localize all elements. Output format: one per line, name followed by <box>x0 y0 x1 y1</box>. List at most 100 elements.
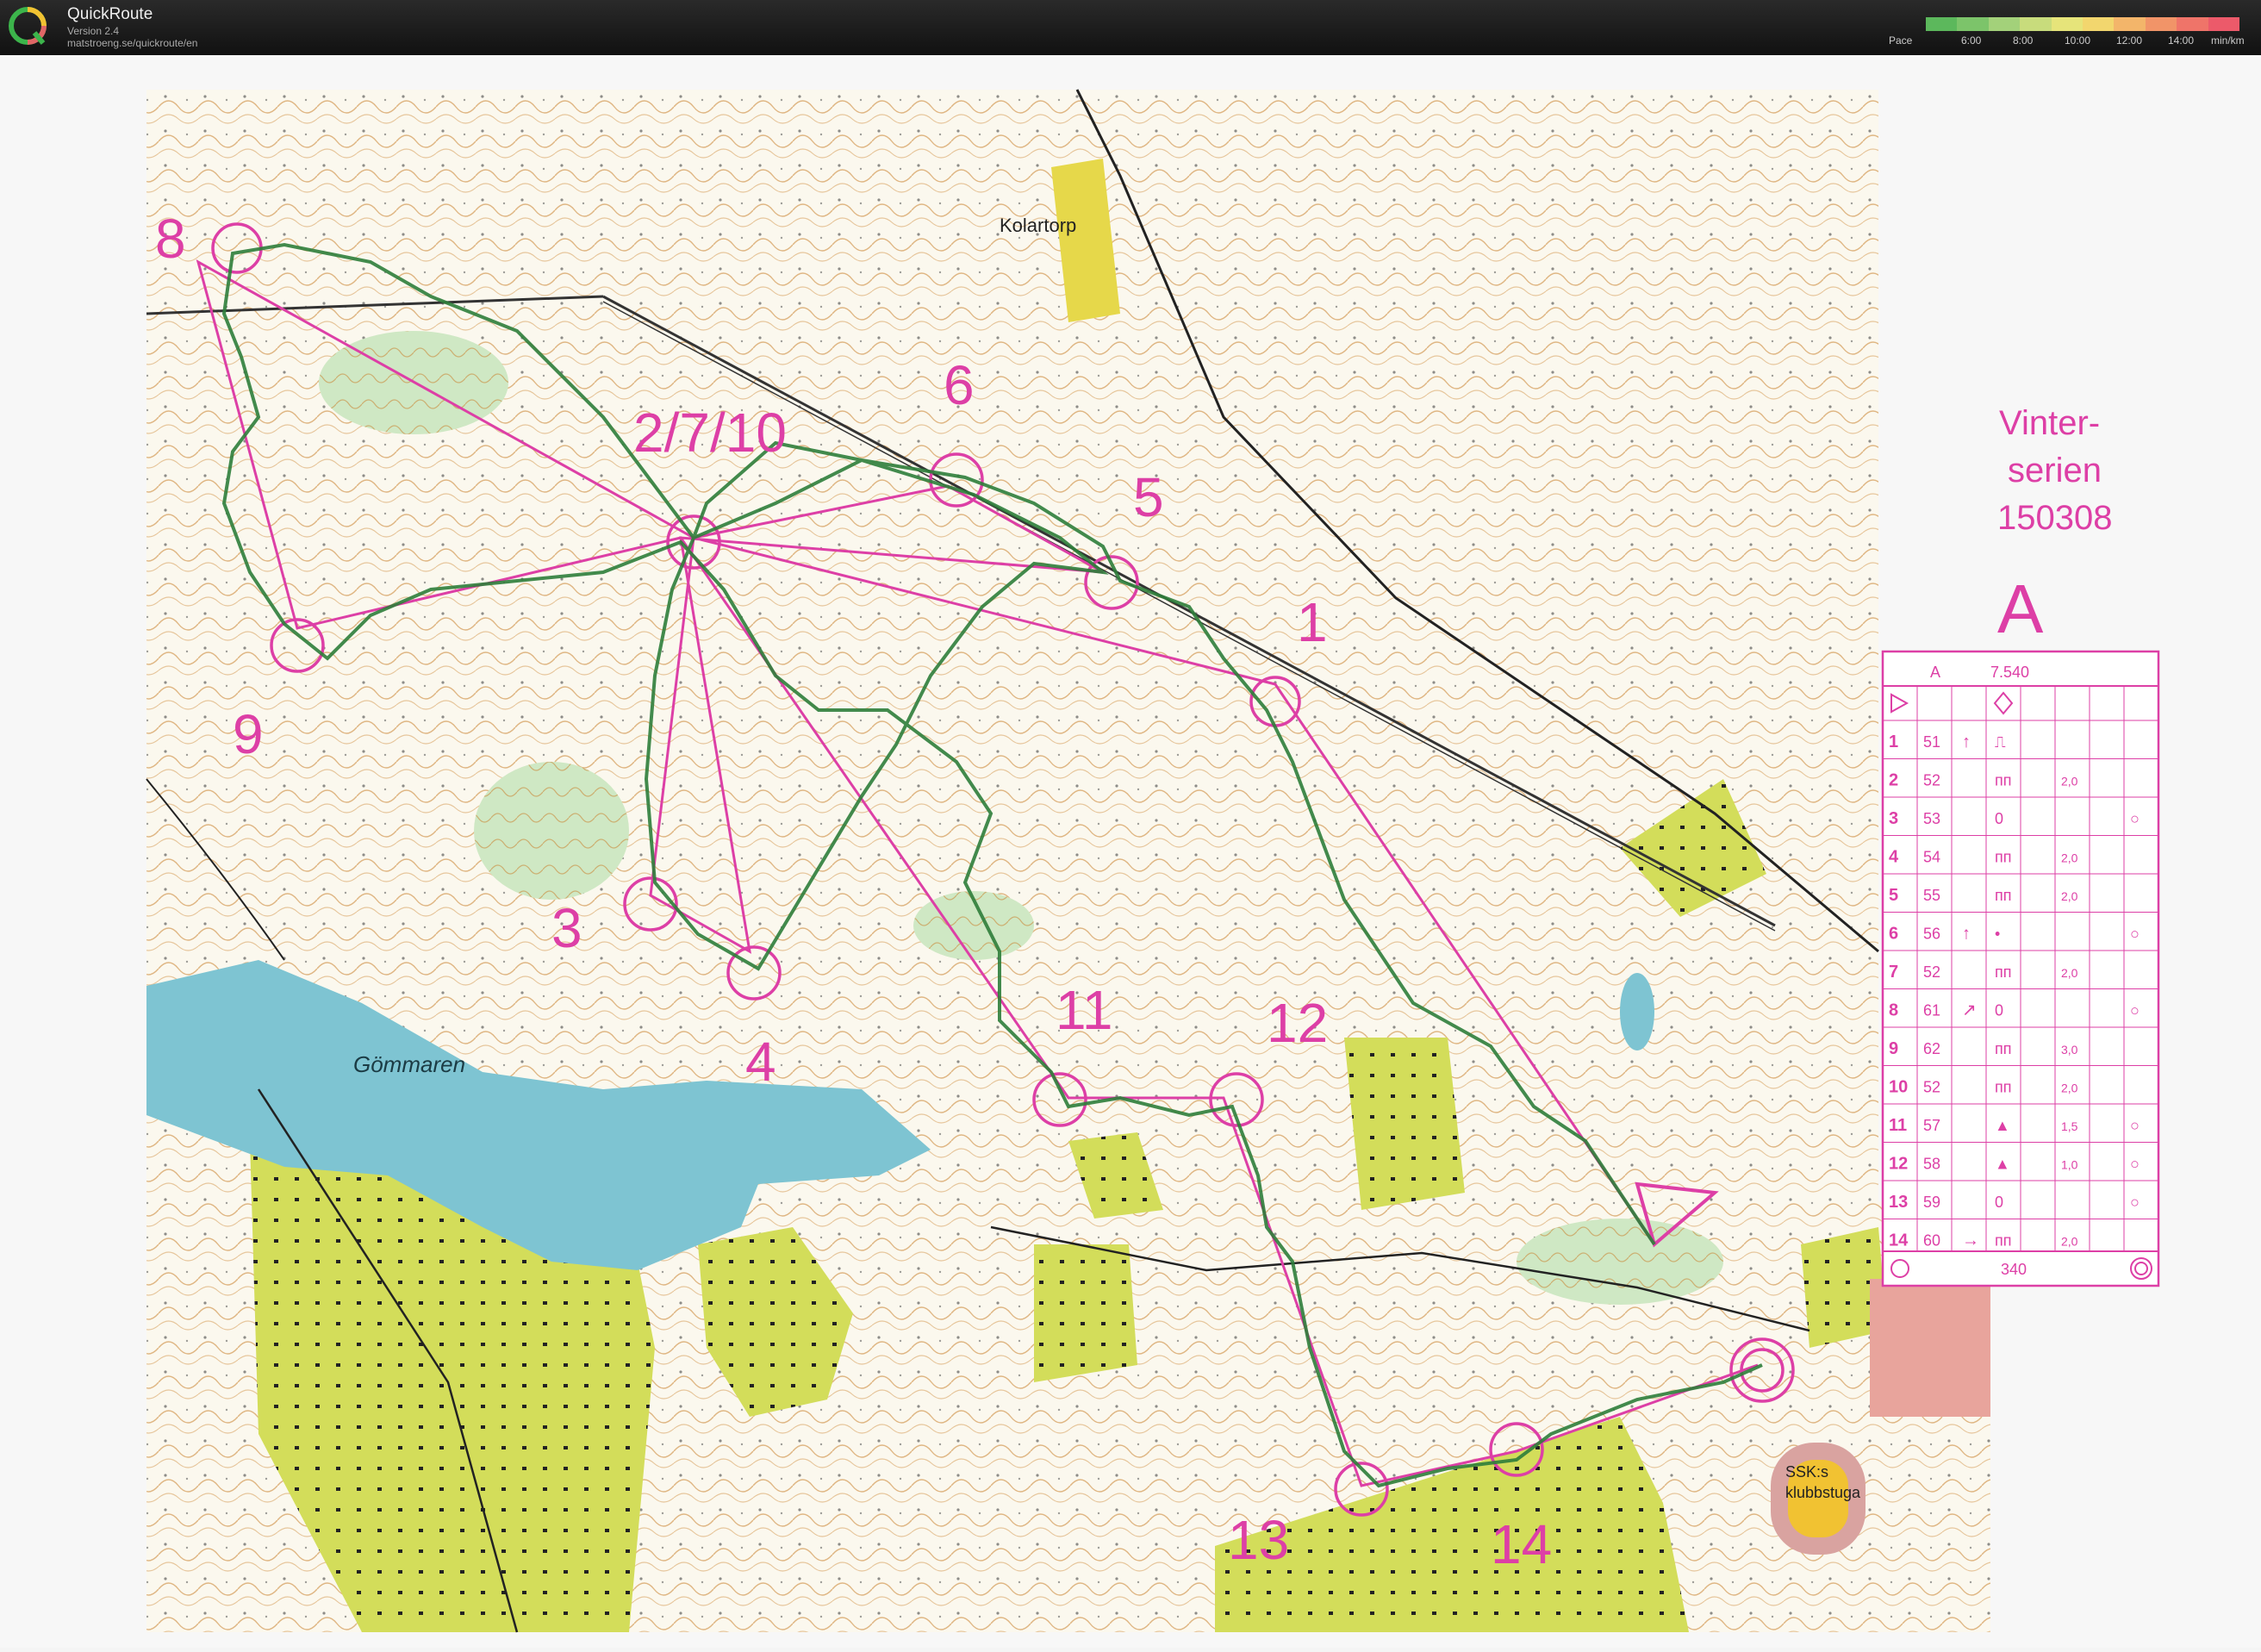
card-size: 1,5 <box>2061 1119 2078 1133</box>
card-direction: ↗ <box>1962 1001 1977 1020</box>
card-control-number: 13 <box>1889 1193 1908 1212</box>
pace-color-swatch <box>2083 17 2115 31</box>
field-area <box>1034 1244 1137 1382</box>
card-control-code: 59 <box>1923 1194 1940 1211</box>
card-feature: ᴨᴨ <box>1995 772 2012 789</box>
card-feature: ᴨᴨ <box>1995 1232 2012 1250</box>
control-number: 9 <box>233 703 264 765</box>
card-control-code: 52 <box>1923 1079 1940 1096</box>
card-size: 2,0 <box>2061 889 2078 903</box>
pace-color-swatch <box>2208 17 2240 31</box>
card-control-number: 2 <box>1889 771 1898 790</box>
pace-tick: 14:00 <box>2168 34 2195 47</box>
card-direction: ↑ <box>1962 732 1971 751</box>
pace-tick: 6:00 <box>1961 34 1982 47</box>
event-date: 150308 <box>1997 499 2112 537</box>
control-number: 12 <box>1267 992 1328 1054</box>
app-version: Version 2.4 <box>67 25 120 37</box>
pond <box>1620 973 1654 1050</box>
pace-color-swatch <box>1926 17 1958 31</box>
pace-color-swatch <box>2145 17 2177 31</box>
place-label: SSK:s <box>1785 1463 1828 1481</box>
card-direction: ↑ <box>1962 925 1971 944</box>
card-size: 2,0 <box>2061 966 2078 980</box>
pace-color-swatch <box>1988 17 2021 31</box>
app-title: QuickRoute <box>67 5 153 23</box>
card-control-number: 1 <box>1889 732 1898 751</box>
card-control-number: 6 <box>1889 925 1898 944</box>
control-number: 3 <box>551 897 582 959</box>
control-number: 1 <box>1297 591 1328 653</box>
card-size: 2,0 <box>2061 1082 2078 1095</box>
vegetation-area <box>1517 1219 1723 1305</box>
course-letter: A <box>1997 570 2044 647</box>
card-length: 7.540 <box>1990 664 2029 681</box>
pace-color-swatch <box>2051 17 2083 31</box>
card-control-number: 10 <box>1889 1078 1908 1097</box>
pace-color-swatch <box>1957 17 1989 31</box>
event-title-line: serien <box>2008 452 2102 489</box>
card-control-code: 52 <box>1923 772 1940 789</box>
card-extra: ○ <box>2130 1194 2140 1211</box>
pace-tick: 10:00 <box>2065 34 2091 47</box>
place-label: klubbstuga <box>1785 1484 1861 1501</box>
place-label: Kolartorp <box>1000 215 1076 236</box>
card-control-number: 3 <box>1889 809 1898 828</box>
card-control-number: 7 <box>1889 963 1898 982</box>
orienteering-map[interactable]: 2/7/10 6 5 1 8 9 3 4 11 12 13 14 Kolarto… <box>0 55 2261 1648</box>
card-control-code: 61 <box>1923 1002 1940 1019</box>
event-title-line: Vinter- <box>1999 404 2100 442</box>
place-label: Gömmaren <box>353 1051 465 1077</box>
pace-tick: 8:00 <box>2013 34 2034 47</box>
pace-color-swatch <box>2177 17 2208 31</box>
card-control-number: 11 <box>1889 1116 1907 1135</box>
card-feature: ▲ <box>1995 1156 2010 1173</box>
card-course: A <box>1930 664 1940 681</box>
card-control-code: 58 <box>1923 1156 1940 1173</box>
card-control-code: 60 <box>1923 1232 1940 1250</box>
pace-color-swatch <box>2020 17 2052 31</box>
control-number: 13 <box>1228 1509 1289 1571</box>
card-control-code: 62 <box>1923 1040 1940 1057</box>
control-number: 5 <box>1133 466 1164 528</box>
card-control-code: 51 <box>1923 733 1940 751</box>
card-size: 1,0 <box>2061 1158 2078 1172</box>
map-viewport[interactable]: 2/7/10 6 5 1 8 9 3 4 11 12 13 14 Kolarto… <box>0 55 2261 1648</box>
card-extra: ○ <box>2130 1002 2140 1019</box>
card-extra: ○ <box>2130 810 2140 827</box>
card-extra: ○ <box>2130 1156 2140 1173</box>
card-feature: ᴨᴨ <box>1995 1040 2012 1057</box>
control-number: 4 <box>745 1031 776 1093</box>
control-number: 14 <box>1491 1513 1552 1575</box>
quickroute-logo-icon <box>9 7 47 45</box>
card-feature: ᴨᴨ <box>1995 849 2012 866</box>
card-extra: ○ <box>2130 1117 2140 1134</box>
card-control-code: 54 <box>1923 849 1940 866</box>
card-feature: ᴨᴨ <box>1995 963 2012 981</box>
card-control-number: 5 <box>1889 886 1898 905</box>
pace-color-scale <box>1926 17 2240 31</box>
card-control-number: 9 <box>1889 1039 1898 1058</box>
card-control-number: 8 <box>1889 1001 1898 1020</box>
card-feature: ᴨᴨ <box>1995 887 2012 904</box>
card-feature: ᴨᴨ <box>1995 1079 2012 1096</box>
pace-legend: Pace 6:00 8:00 10:00 12:00 14:00 min/km <box>1889 9 2251 50</box>
card-size: 2,0 <box>2061 1235 2078 1249</box>
card-size: 2,0 <box>2061 775 2078 789</box>
pace-color-swatch <box>2114 17 2146 31</box>
card-control-code: 53 <box>1923 810 1940 827</box>
card-control-number: 14 <box>1889 1231 1909 1250</box>
vegetation-area <box>474 762 629 900</box>
card-feature: 0 <box>1995 1194 2003 1211</box>
card-control-number: 4 <box>1889 848 1899 867</box>
card-extra: ○ <box>2130 926 2140 943</box>
field-area <box>1344 1038 1465 1210</box>
card-control-code: 57 <box>1923 1117 1940 1134</box>
app-title-bar: QuickRoute Version 2.4 matstroeng.se/qui… <box>0 0 2261 55</box>
card-control-number: 12 <box>1889 1155 1908 1174</box>
app-url-link[interactable]: matstroeng.se/quickroute/en <box>67 37 197 49</box>
pace-legend-label: Pace <box>1889 34 1913 47</box>
control-number: 2/7/10 <box>633 402 787 464</box>
control-number: 11 <box>1056 979 1112 1041</box>
card-direction: → <box>1962 1231 1979 1250</box>
